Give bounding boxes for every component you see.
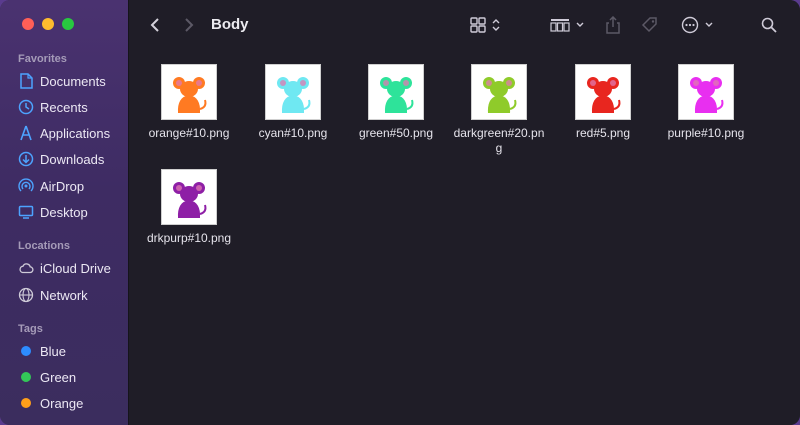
chevron-down-icon <box>705 22 712 27</box>
toolbar: Body <box>129 0 800 50</box>
file-item[interactable]: orange#10.png <box>134 64 244 141</box>
group-icon <box>549 19 570 32</box>
sidebar-item-label: Downloads <box>40 151 105 167</box>
grid-view-icon <box>469 17 486 33</box>
sidebar-item-documents[interactable]: Documents <box>18 70 106 92</box>
main-content: Body orange#10.png cyan#10.png green#50.… <box>129 0 800 425</box>
mouse-figure-image <box>277 77 311 113</box>
clock-icon <box>18 99 34 115</box>
sidebar-item-label: AirDrop <box>40 178 85 194</box>
sidebar-item-downloads[interactable]: Downloads <box>18 148 104 170</box>
sidebar-item-label: Green <box>40 369 77 385</box>
mouse-figure-image <box>690 77 724 113</box>
share-icon <box>606 16 620 34</box>
sidebar: Favorites Documents Recents Applications… <box>0 0 129 425</box>
finder-window: Favorites Documents Recents Applications… <box>0 0 800 425</box>
mouse-figure-image <box>173 77 207 113</box>
sidebar-item-label: Desktop <box>40 204 88 220</box>
cloud-icon <box>18 260 34 276</box>
file-thumbnail <box>471 64 527 120</box>
locations-heading: Locations <box>18 240 70 252</box>
file-thumbnail <box>265 64 321 120</box>
chevron-down-icon <box>576 22 583 27</box>
applications-icon <box>18 125 34 141</box>
file-thumbnail <box>575 64 631 120</box>
chevron-right-icon <box>185 18 194 32</box>
file-thumbnail <box>678 64 734 120</box>
tag-button[interactable] <box>639 14 661 36</box>
sidebar-item-network[interactable]: Network <box>18 284 88 306</box>
sidebar-item-label: Applications <box>40 125 111 141</box>
download-icon <box>18 151 34 167</box>
file-item[interactable]: drkpurp#10.png <box>134 169 244 246</box>
sidebar-item-recents[interactable]: Recents <box>18 96 88 118</box>
chevron-left-icon <box>150 18 159 32</box>
favorites-heading: Favorites <box>18 53 67 65</box>
globe-icon <box>18 287 34 303</box>
window-controls <box>22 18 74 30</box>
sidebar-item-tag-blue[interactable]: Blue <box>18 340 66 362</box>
file-thumbnail <box>161 169 217 225</box>
share-button[interactable] <box>603 14 623 36</box>
updown-chevron-icon <box>492 19 499 31</box>
view-mode-button[interactable] <box>467 14 503 36</box>
search-icon <box>761 17 777 33</box>
back-button[interactable] <box>145 14 165 36</box>
file-item[interactable]: darkgreen#20.png <box>445 64 553 156</box>
file-item[interactable]: red#5.png <box>548 64 658 141</box>
file-item[interactable]: purple#10.png <box>651 64 761 141</box>
mouse-figure-image <box>587 77 621 113</box>
tag-icon <box>641 17 657 33</box>
file-thumbnail <box>368 64 424 120</box>
file-name: green#50.png <box>358 126 434 140</box>
sidebar-item-label: Documents <box>40 73 106 89</box>
mouse-figure-image <box>173 182 207 218</box>
file-name: red#5.png <box>575 126 631 140</box>
file-name: orange#10.png <box>148 126 230 140</box>
sidebar-item-label: Recents <box>40 99 88 115</box>
file-item[interactable]: cyan#10.png <box>238 64 348 141</box>
file-thumbnail <box>161 64 217 120</box>
sidebar-item-tag-green[interactable]: Green <box>18 366 76 388</box>
document-icon <box>18 73 34 89</box>
search-button[interactable] <box>759 14 779 36</box>
sidebar-item-airdrop[interactable]: AirDrop <box>18 175 84 197</box>
more-icon <box>681 16 698 34</box>
sidebar-item-desktop[interactable]: Desktop <box>18 201 88 223</box>
file-name: purple#10.png <box>667 126 745 140</box>
window-title: Body <box>211 16 249 33</box>
file-name: drkpurp#10.png <box>146 231 232 245</box>
sidebar-item-label: Blue <box>40 343 67 359</box>
tag-color-dot <box>21 346 31 356</box>
file-name: cyan#10.png <box>258 126 328 140</box>
tag-color-dot <box>21 372 31 382</box>
zoom-button[interactable] <box>62 18 74 30</box>
file-name: darkgreen#20.png <box>453 126 545 155</box>
airdrop-icon <box>18 178 34 194</box>
minimize-button[interactable] <box>42 18 54 30</box>
close-button[interactable] <box>22 18 34 30</box>
tags-heading: Tags <box>18 323 43 335</box>
desktop-icon <box>18 204 34 220</box>
sidebar-item-label: iCloud Drive <box>40 260 111 276</box>
mouse-figure-image <box>380 77 414 113</box>
sidebar-item-applications[interactable]: Applications <box>18 122 110 144</box>
mouse-figure-image <box>483 77 517 113</box>
group-button[interactable] <box>549 14 585 36</box>
sidebar-item-label: Orange <box>40 395 84 411</box>
sidebar-item-icloud-drive[interactable]: iCloud Drive <box>18 257 111 279</box>
file-item[interactable]: green#50.png <box>341 64 451 141</box>
sidebar-item-tag-orange[interactable]: Orange <box>18 392 83 414</box>
forward-button[interactable] <box>179 14 199 36</box>
action-menu-button[interactable] <box>679 14 715 36</box>
sidebar-item-label: Network <box>40 287 88 303</box>
tag-color-dot <box>21 398 31 408</box>
